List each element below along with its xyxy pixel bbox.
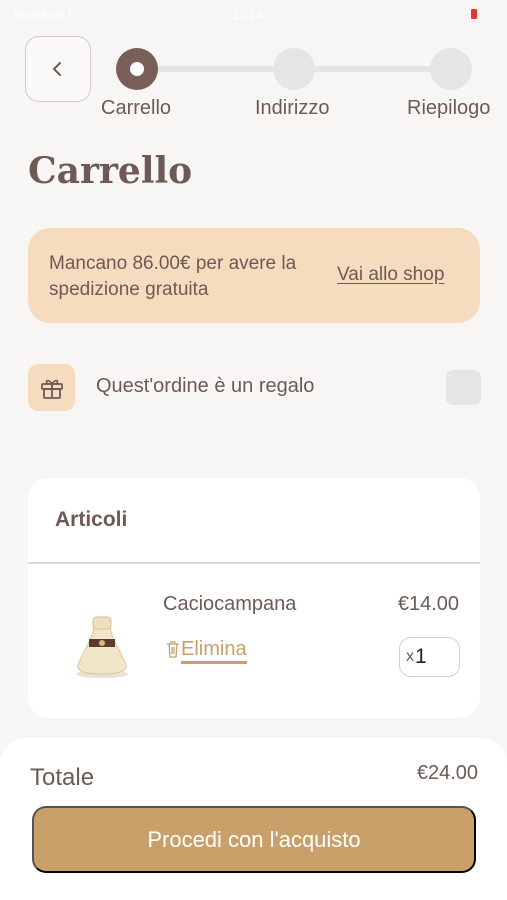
delete-item-label: Elimina xyxy=(181,638,247,664)
clock: 12:14 xyxy=(232,8,263,22)
gift-icon xyxy=(40,379,63,399)
free-shipping-text: Mancano 86.00€ per avere la spedizione g… xyxy=(49,253,297,300)
total-label: Totale xyxy=(30,764,95,791)
gift-checkbox[interactable] xyxy=(446,370,481,405)
step-label-indirizzo: Indirizzo xyxy=(255,97,330,119)
step-dot-riepilogo xyxy=(430,48,472,90)
status-bar: Vodafone IT 12:14 xyxy=(0,0,507,30)
battery-icon xyxy=(471,9,477,19)
checkout-footer: Totale €24.00 Procedi con l'acquisto xyxy=(0,738,507,900)
back-button[interactable] xyxy=(25,36,91,102)
total-value: €24.00 xyxy=(416,762,478,784)
quantity-input[interactable]: x 1 xyxy=(399,637,460,677)
step-label-riepilogo: Riepilogo xyxy=(407,97,491,119)
gift-option-label: Quest'ordine è un regalo xyxy=(96,375,315,397)
delete-item-button[interactable]: Elimina xyxy=(165,638,247,664)
divider xyxy=(28,562,480,564)
items-card: Articoli Caciocampana €14.00 Elimina x 1 xyxy=(28,478,480,718)
quantity-prefix: x xyxy=(406,648,414,665)
step-dot-indirizzo xyxy=(273,48,315,90)
trash-icon xyxy=(167,641,179,658)
step-dot-carrello xyxy=(116,48,158,90)
checkout-button[interactable]: Procedi con l'acquisto xyxy=(32,806,476,873)
product-name: Caciocampana xyxy=(163,593,297,615)
product-price: €14.00 xyxy=(397,593,459,615)
items-card-title: Articoli xyxy=(55,508,128,531)
free-shipping-banner: Mancano 86.00€ per avere la spedizione g… xyxy=(28,228,480,323)
step-label-carrello: Carrello xyxy=(101,97,172,119)
go-to-shop-link[interactable]: Vai allo shop xyxy=(337,264,444,286)
chevron-left-icon xyxy=(53,62,61,76)
carrier-label: Vodafone IT xyxy=(14,8,79,22)
product-image xyxy=(76,616,128,678)
quantity-value: 1 xyxy=(415,645,427,668)
page-title: Carrello xyxy=(28,150,193,192)
gift-icon-box xyxy=(28,364,75,411)
